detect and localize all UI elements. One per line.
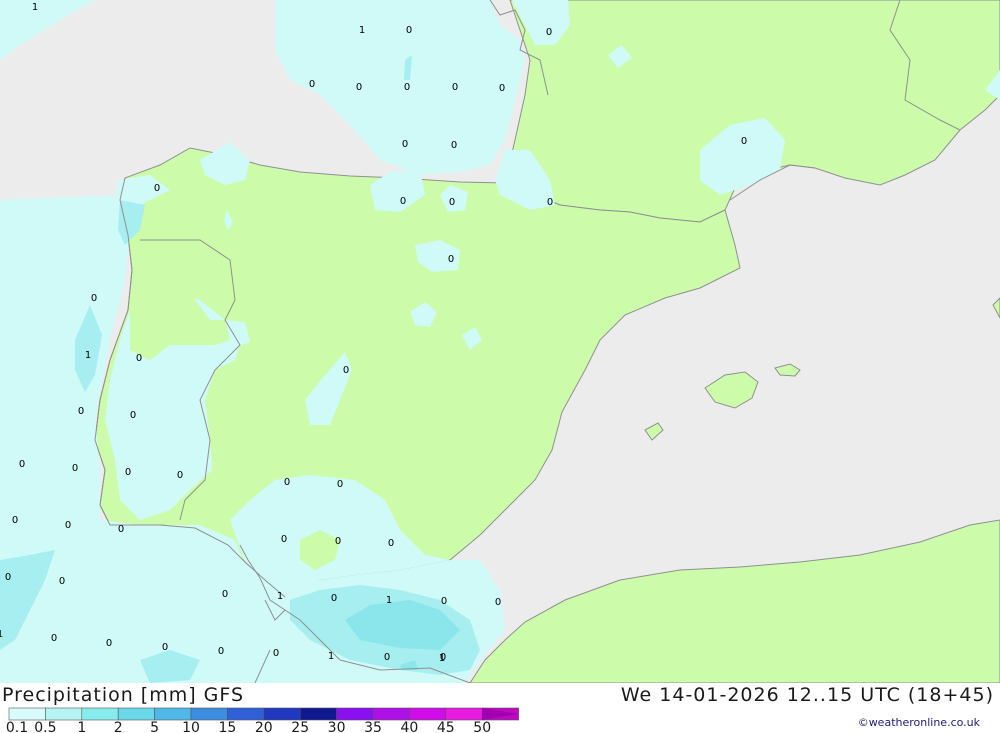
value-label: 0	[546, 27, 552, 38]
value-label: 0	[335, 536, 341, 547]
value-label: 0	[309, 79, 315, 90]
legend-swatch	[81, 707, 119, 721]
value-label: 0	[118, 524, 124, 535]
value-label: 0	[741, 136, 747, 147]
legend-swatch	[445, 707, 483, 721]
legend-label: 5	[150, 720, 159, 733]
legend-swatches	[8, 707, 519, 721]
legend-label: 25	[291, 720, 309, 733]
legend-label: 50	[473, 720, 491, 733]
value-label: 0	[547, 197, 553, 208]
value-label: 0	[495, 597, 501, 608]
value-label: 0	[130, 410, 136, 421]
value-label: 0	[451, 140, 457, 151]
value-label: 0	[59, 576, 65, 587]
value-label: 0	[222, 589, 228, 600]
value-label: 0	[65, 520, 71, 531]
precipitation-map: 1 1 0 0 0 0 0 0 0 0 0 0 0 0 0 0 0 0 0 1 …	[0, 0, 1000, 684]
legend-swatch	[263, 707, 301, 721]
value-label: 0	[441, 596, 447, 607]
value-label: 0	[499, 83, 505, 94]
value-label: 0	[452, 82, 458, 93]
value-label: 0	[218, 646, 224, 657]
value-label: 0	[12, 515, 18, 526]
legend-swatch	[227, 707, 265, 721]
legend-swatch	[190, 707, 228, 721]
value-label: 0	[5, 572, 11, 583]
value-label: 0	[449, 197, 455, 208]
value-label: 0	[162, 642, 168, 653]
value-label: 0	[136, 353, 142, 364]
value-label: 0	[343, 365, 349, 376]
value-label: 0	[125, 467, 131, 478]
legend-swatch	[154, 707, 192, 721]
value-label: 0	[384, 652, 390, 663]
legend-label: 30	[328, 720, 346, 733]
value-label: 1	[32, 2, 38, 13]
legend-label: 20	[255, 720, 273, 733]
legend-label: 0.5	[34, 720, 56, 733]
legend-labels: 0.1 0.5 1 2 5 10 15 20 25 30 35 40 45 50	[6, 720, 491, 733]
value-label: 0	[448, 254, 454, 265]
legend-swatch	[8, 707, 46, 721]
value-label: 1	[0, 629, 3, 640]
legend-swatch	[117, 707, 155, 721]
value-label: 0	[331, 593, 337, 604]
value-label: 1	[386, 595, 392, 606]
legend-label: 2	[114, 720, 123, 733]
legend-swatch	[372, 707, 410, 721]
value-label: 0	[404, 82, 410, 93]
legend-label: 45	[437, 720, 455, 733]
value-label: 1	[85, 350, 91, 361]
value-label: 0	[91, 293, 97, 304]
value-label: 0	[78, 406, 84, 417]
value-label: 0	[72, 463, 78, 474]
value-label: 1	[359, 25, 365, 36]
legend-swatch	[409, 707, 447, 721]
map-footer: Precipitation [mm] GFS We 14-01-2026 12.…	[0, 683, 1000, 733]
value-label: 1	[277, 591, 283, 602]
legend-label: 0.1	[6, 720, 28, 733]
value-label: 0	[400, 196, 406, 207]
value-label: 0	[388, 538, 394, 549]
legend-label: 1	[77, 720, 86, 733]
legend-label: 40	[400, 720, 418, 733]
value-label: 0	[154, 183, 160, 194]
legend-swatch	[336, 707, 374, 721]
value-label: 0	[281, 534, 287, 545]
legend-swatch	[45, 707, 83, 721]
product-title: Precipitation [mm] GFS	[2, 684, 245, 706]
value-label: 0	[284, 477, 290, 488]
valid-time: We 14-01-2026 12..15 UTC (18+45)	[620, 684, 994, 706]
value-label: 0	[402, 139, 408, 150]
value-label: 0	[106, 638, 112, 649]
value-label: 0	[337, 479, 343, 490]
value-label: 0	[51, 633, 57, 644]
value-label: 0	[406, 25, 412, 36]
value-label: 0	[273, 648, 279, 659]
value-label: 0	[356, 82, 362, 93]
legend-label: 10	[182, 720, 200, 733]
legend-swatch	[299, 707, 337, 721]
legend-label: 15	[218, 720, 236, 733]
value-label: 0	[19, 459, 25, 470]
credit-link[interactable]: ©weatheronline.co.uk	[858, 716, 980, 729]
color-scale-legend: 0.1 0.5 1 2 5 10 15 20 25 30 35 40 45 50	[6, 707, 519, 733]
value-label: 1	[439, 653, 445, 664]
legend-label: 35	[364, 720, 382, 733]
value-label: 0	[177, 470, 183, 481]
value-label: 1	[328, 651, 334, 662]
